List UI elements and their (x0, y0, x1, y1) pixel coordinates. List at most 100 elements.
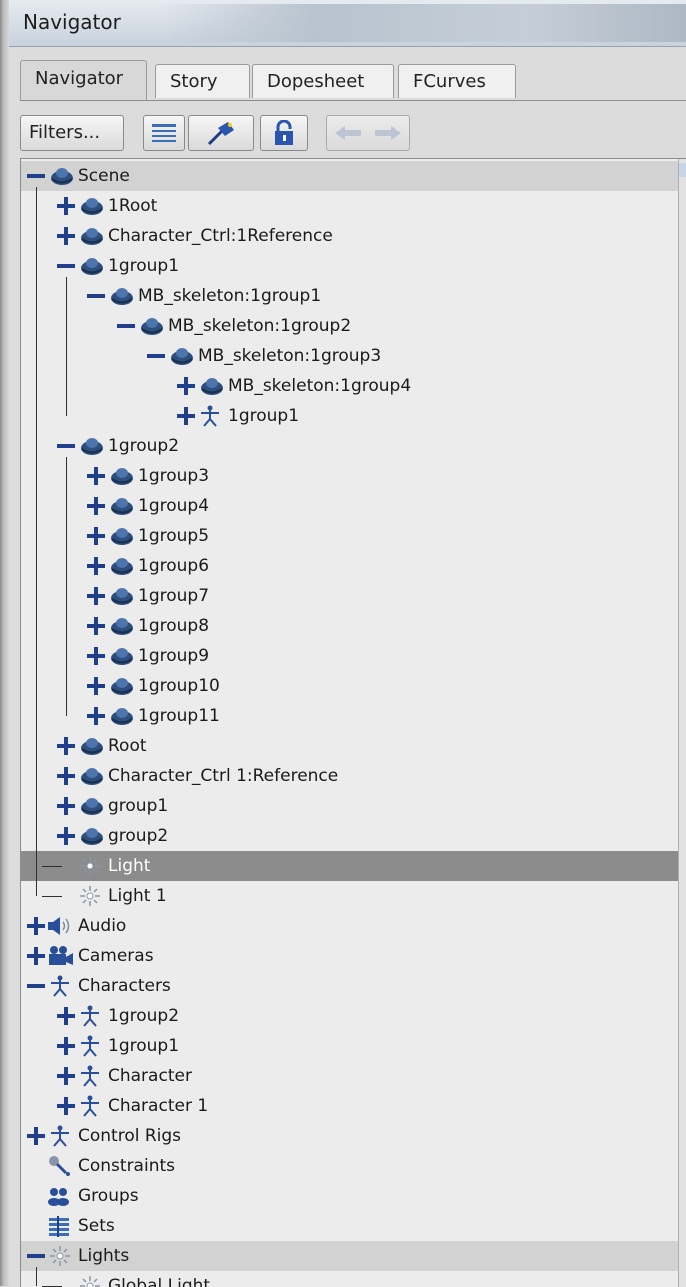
model-icon (106, 585, 134, 607)
tree-item-label: group1 (108, 796, 169, 816)
tree-item-label: Character (108, 1066, 192, 1086)
tree-row[interactable]: 1group2 (21, 1001, 679, 1031)
expand-icon[interactable] (86, 526, 106, 546)
tree-row[interactable]: 1group8 (21, 611, 679, 641)
expand-icon[interactable] (56, 736, 76, 756)
tree-row[interactable]: 1group2 (21, 431, 679, 461)
model-icon (106, 615, 134, 637)
lock-button[interactable] (260, 115, 308, 151)
model-icon (76, 765, 104, 787)
tree-row[interactable]: 1group1 (21, 401, 679, 431)
expand-icon[interactable] (56, 766, 76, 786)
expand-icon[interactable] (56, 196, 76, 216)
collapse-icon[interactable] (26, 1246, 46, 1266)
tree-row[interactable]: Character_Ctrl:1Reference (21, 221, 679, 251)
tree-row[interactable]: Lights (21, 1241, 679, 1271)
tab-fcurves[interactable]: FCurves (398, 64, 516, 98)
tree-item-label: Characters (78, 976, 171, 996)
tab-navigator[interactable]: Navigator (20, 60, 147, 100)
model-icon (106, 645, 134, 667)
tree-item-label: MB_skeleton:1group3 (198, 346, 382, 366)
expand-icon[interactable] (176, 406, 196, 426)
expand-icon[interactable] (26, 916, 46, 936)
expand-icon[interactable] (86, 556, 106, 576)
tab-dopesheet[interactable]: Dopesheet (252, 64, 394, 98)
tree-row[interactable]: group1 (21, 791, 679, 821)
tree-item-label: 1group11 (138, 706, 220, 726)
tree-row[interactable]: Light 1 (21, 881, 679, 911)
tree-item-label: 1Root (108, 196, 158, 216)
tree-item-label: Sets (78, 1216, 115, 1236)
tree-row[interactable]: 1group1 (21, 251, 679, 281)
pin-button[interactable] (188, 115, 254, 151)
collapse-icon[interactable] (146, 346, 166, 366)
tree-row[interactable]: Root (21, 731, 679, 761)
expand-icon[interactable] (56, 226, 76, 246)
back-arrow-icon (335, 126, 401, 140)
tree-row[interactable]: Sets (21, 1211, 679, 1241)
vertical-scrollbar[interactable] (678, 159, 686, 1287)
tree-row[interactable]: Cameras (21, 941, 679, 971)
expand-icon[interactable] (86, 616, 106, 636)
expand-icon[interactable] (86, 706, 106, 726)
list-view-button[interactable] (143, 115, 185, 151)
forward-arrow-icon (375, 126, 401, 140)
tree-row[interactable]: Character_Ctrl 1:Reference (21, 761, 679, 791)
navigator-tree: Scene 1Root Character_Ctrl:1Reference 1grou… (20, 158, 686, 1287)
tree-item-label: 1group2 (108, 1006, 180, 1026)
tree-row[interactable]: 1group11 (21, 701, 679, 731)
expand-icon[interactable] (26, 946, 46, 966)
tree-row[interactable]: Scene (21, 161, 679, 191)
filters-button[interactable]: Filters... (20, 115, 124, 151)
expand-icon[interactable] (86, 586, 106, 606)
navigation-arrows-button[interactable] (326, 115, 410, 151)
tree-row[interactable]: 1Root (21, 191, 679, 221)
tab-story[interactable]: Story (155, 64, 250, 98)
expand-icon[interactable] (56, 1036, 76, 1056)
collapse-icon[interactable] (86, 286, 106, 306)
tree-row[interactable]: Character (21, 1061, 679, 1091)
tree-row[interactable]: 1group7 (21, 581, 679, 611)
expand-icon[interactable] (26, 1126, 46, 1146)
expand-icon[interactable] (56, 1066, 76, 1086)
expand-icon[interactable] (56, 826, 76, 846)
tree-row[interactable]: MB_skeleton:1group3 (21, 341, 679, 371)
collapse-icon[interactable] (56, 256, 76, 276)
tree-row[interactable]: group2 (21, 821, 679, 851)
collapse-icon[interactable] (56, 436, 76, 456)
collapse-icon[interactable] (26, 976, 46, 996)
collapse-icon[interactable] (116, 316, 136, 336)
tree-row[interactable]: 1group5 (21, 521, 679, 551)
tree-row[interactable]: Global Light (21, 1271, 679, 1287)
expand-icon[interactable] (86, 646, 106, 666)
expand-icon[interactable] (86, 676, 106, 696)
tree-connector-line (66, 277, 67, 416)
scroll-up-arrow-icon[interactable] (679, 163, 686, 177)
tree-row[interactable]: Audio (21, 911, 679, 941)
tree-row[interactable]: 1group1 (21, 1031, 679, 1061)
tree-row[interactable]: Constraints (21, 1151, 679, 1181)
tree-row[interactable]: 1group10 (21, 671, 679, 701)
character-icon (76, 1035, 104, 1057)
expand-icon[interactable] (56, 796, 76, 816)
tree-row[interactable]: Characters (21, 971, 679, 1001)
tree-row[interactable]: Character 1 (21, 1091, 679, 1121)
tree-connector-line (36, 187, 37, 896)
tree-row[interactable]: Groups (21, 1181, 679, 1211)
tree-row[interactable]: Control Rigs (21, 1121, 679, 1151)
collapse-icon[interactable] (26, 166, 46, 186)
tree-row[interactable]: 1group4 (21, 491, 679, 521)
expand-icon[interactable] (56, 1096, 76, 1116)
expand-icon[interactable] (56, 1006, 76, 1026)
tree-connector-line (36, 1267, 37, 1286)
expand-icon[interactable] (86, 496, 106, 516)
expand-icon[interactable] (86, 466, 106, 486)
tree-row[interactable]: MB_skeleton:1group2 (21, 311, 679, 341)
tree-row[interactable]: 1group3 (21, 461, 679, 491)
expand-icon[interactable] (176, 376, 196, 396)
tree-row[interactable]: MB_skeleton:1group1 (21, 281, 679, 311)
tree-row[interactable]: 1group6 (21, 551, 679, 581)
tree-row[interactable]: MB_skeleton:1group4 (21, 371, 679, 401)
tree-row[interactable]: Light (21, 851, 679, 881)
tree-row[interactable]: 1group9 (21, 641, 679, 671)
